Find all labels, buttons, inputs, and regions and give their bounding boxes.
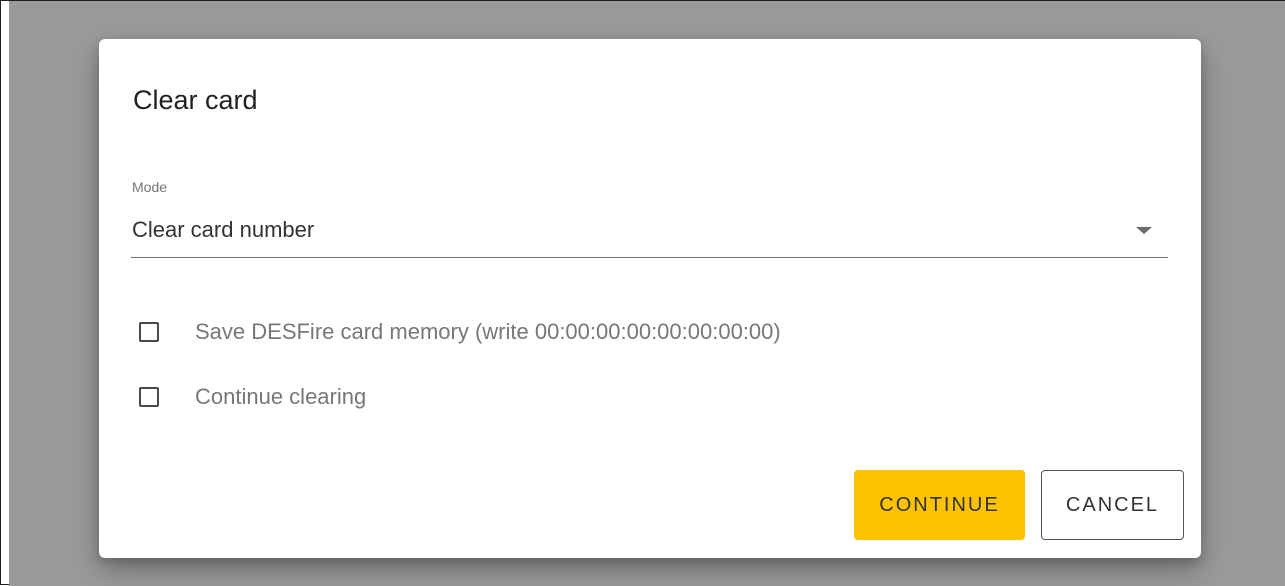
select-underline: [131, 257, 1168, 258]
save-desfire-checkbox[interactable]: [139, 322, 159, 342]
continue-button[interactable]: CONTINUE: [854, 470, 1025, 540]
clear-card-dialog: Clear card Mode Clear card number Save D…: [99, 39, 1201, 558]
save-desfire-label: Save DESFire card memory (write 00:00:00…: [195, 319, 781, 344]
mode-select[interactable]: Mode Clear card number: [131, 175, 1168, 259]
cancel-button[interactable]: CANCEL: [1041, 470, 1184, 540]
window-frame: Clear card Mode Clear card number Save D…: [0, 0, 1285, 586]
continue-clearing-label: Continue clearing: [195, 384, 367, 409]
continue-clearing-checkbox[interactable]: [139, 387, 159, 407]
save-desfire-option[interactable]: Save DESFire card memory (write 00:00:00…: [139, 317, 781, 347]
continue-clearing-option[interactable]: Continue clearing: [139, 382, 366, 412]
dialog-title: Clear card: [133, 85, 258, 115]
mode-label: Mode: [132, 179, 168, 195]
dropdown-arrow-icon: [1136, 227, 1152, 234]
mode-value: Clear card number: [132, 217, 315, 242]
